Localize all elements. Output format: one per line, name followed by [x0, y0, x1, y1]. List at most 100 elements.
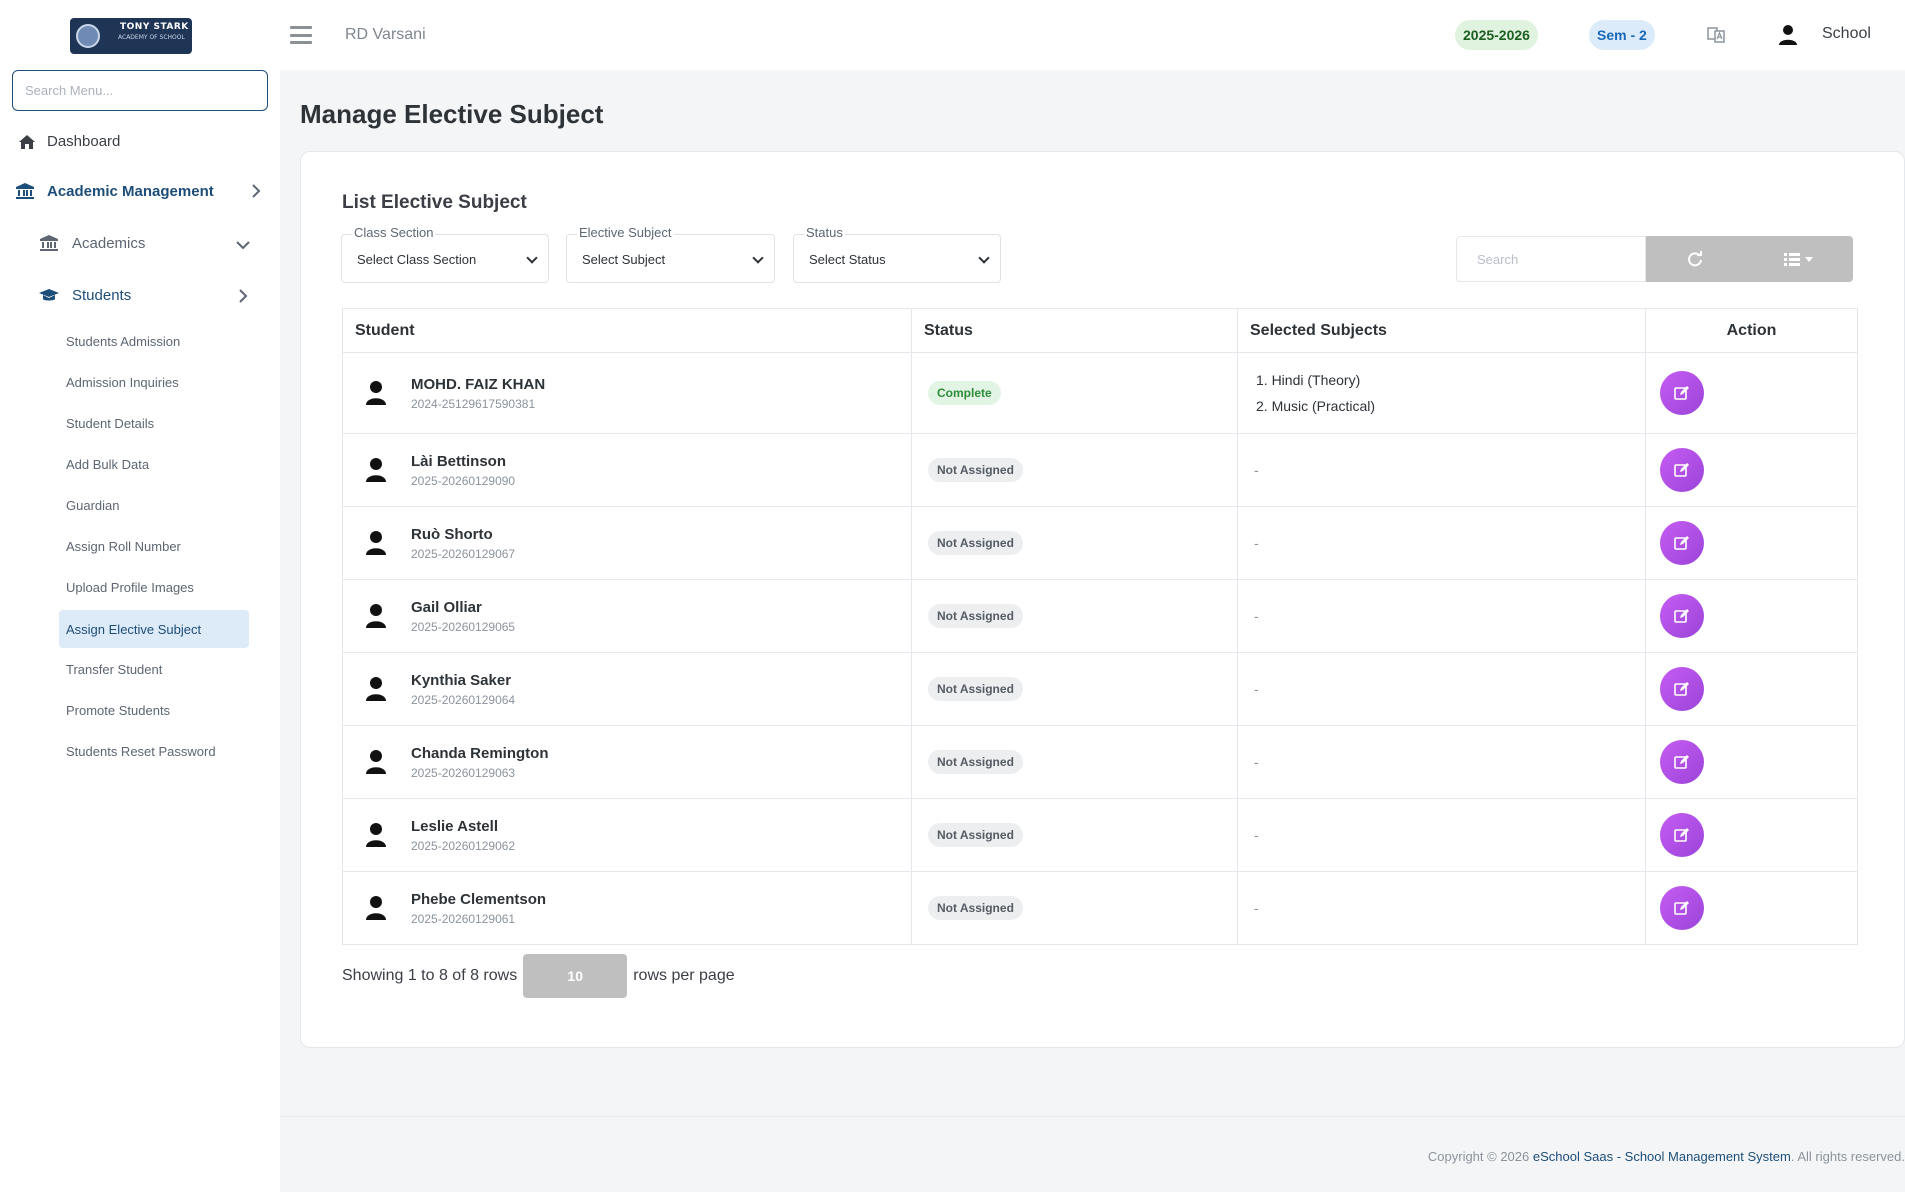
- student-avatar-icon: [366, 458, 386, 482]
- subjects-cell: -: [1237, 506, 1646, 580]
- status-badge: Complete: [928, 381, 1001, 405]
- school-name: RD Varsani: [345, 26, 426, 43]
- table-row: Kynthia Saker 2025-20260129064 Not Assig…: [342, 652, 1858, 726]
- sidebar-item-academic-management[interactable]: Academic Management: [14, 182, 264, 200]
- no-subjects: -: [1254, 608, 1259, 624]
- sidebar-item-label: Students: [72, 287, 132, 304]
- search-menu-input[interactable]: [12, 70, 268, 111]
- class-section-filter[interactable]: Class Section Select Class Section: [341, 225, 549, 283]
- column-header-selected-subjects[interactable]: Selected Subjects: [1237, 308, 1646, 353]
- hamburger-menu-icon[interactable]: [290, 26, 312, 44]
- elective-subject-select[interactable]: Select Subject: [582, 251, 764, 267]
- table-header-row: Student Status Selected Subjects Action: [342, 308, 1858, 353]
- columns-toggle-button[interactable]: [1743, 236, 1853, 282]
- language-icon[interactable]: [1706, 25, 1726, 45]
- class-section-select[interactable]: Select Class Section: [357, 251, 538, 267]
- class-section-label: Class Section: [352, 225, 436, 240]
- refresh-icon: [1687, 251, 1702, 267]
- table-search-input[interactable]: [1456, 236, 1646, 282]
- refresh-button[interactable]: [1646, 236, 1743, 282]
- bank-icon: [38, 234, 60, 252]
- footer-link[interactable]: eSchool Saas - School Management System: [1533, 1149, 1791, 1164]
- column-header-status[interactable]: Status: [911, 308, 1238, 353]
- subjects-cell: -: [1237, 652, 1646, 726]
- rows-per-page-button[interactable]: 10: [523, 954, 628, 998]
- subject-item: 1. Hindi (Theory): [1256, 372, 1361, 388]
- student-avatar-icon: [366, 604, 386, 628]
- edit-button[interactable]: [1660, 886, 1704, 930]
- student-cell: Lài Bettinson 2025-20260129090: [342, 433, 912, 507]
- bank-icon: [14, 182, 36, 200]
- page-title: Manage Elective Subject: [300, 99, 604, 129]
- status-cell: Not Assigned: [911, 579, 1238, 653]
- edit-button[interactable]: [1660, 594, 1704, 638]
- edit-icon: [1674, 463, 1689, 477]
- sidebar-subitem-guardian[interactable]: Guardian: [66, 498, 119, 513]
- logo-text: TONY STARK: [120, 22, 189, 32]
- student-avatar-icon: [366, 531, 386, 555]
- subjects-cell: -: [1237, 725, 1646, 799]
- table-row: Gail Olliar 2025-20260129065 Not Assigne…: [342, 579, 1858, 653]
- edit-icon: [1674, 536, 1689, 550]
- user-avatar-icon[interactable]: [1777, 24, 1799, 46]
- edit-button[interactable]: [1660, 448, 1704, 492]
- status-select[interactable]: Select Status: [809, 251, 990, 267]
- student-id: 2025-20260129067: [411, 546, 516, 561]
- chevron-right-icon: [251, 184, 261, 202]
- sidebar-subitem-admission-inquiries[interactable]: Admission Inquiries: [66, 375, 179, 390]
- sidebar-subitem-students-reset-password[interactable]: Students Reset Password: [66, 744, 216, 759]
- column-header-action[interactable]: Action: [1645, 308, 1858, 353]
- student-name: Leslie Astell: [411, 817, 498, 835]
- elective-subject-filter[interactable]: Elective Subject Select Subject: [566, 225, 775, 283]
- action-cell: [1645, 725, 1858, 799]
- table-row: Phebe Clementson 2025-20260129061 Not As…: [342, 871, 1858, 945]
- sidebar-subitem-students-admission[interactable]: Students Admission: [66, 334, 180, 349]
- user-name[interactable]: School: [1822, 25, 1871, 43]
- sidebar-subitem-assign-elective-subject[interactable]: Assign Elective Subject: [59, 610, 249, 648]
- table-row: Chanda Remington 2025-20260129063 Not As…: [342, 725, 1858, 799]
- status-badge: Not Assigned: [928, 531, 1023, 555]
- chevron-down-icon: [236, 237, 250, 254]
- edit-icon: [1674, 682, 1689, 696]
- action-cell: [1645, 579, 1858, 653]
- sidebar-subitem-promote-students[interactable]: Promote Students: [66, 703, 170, 718]
- sidebar-item-students[interactable]: Students: [38, 287, 252, 304]
- sidebar-item-dashboard[interactable]: Dashboard: [16, 133, 120, 150]
- subjects-cell: -: [1237, 798, 1646, 872]
- subject-list: 1. Hindi (Theory) 2. Music (Practical): [1250, 367, 1645, 419]
- elective-subject-card: List Elective Subject Class Section Sele…: [300, 151, 1905, 1048]
- sidebar-subitem-transfer-student[interactable]: Transfer Student: [66, 662, 162, 677]
- status-filter[interactable]: Status Select Status: [793, 225, 1001, 283]
- sidebar-subitem-add-bulk-data[interactable]: Add Bulk Data: [66, 457, 149, 472]
- status-label: Status: [804, 225, 845, 240]
- table-row: Ruò Shorto 2025-20260129067 Not Assigned…: [342, 506, 1858, 580]
- student-id: 2025-20260129062: [411, 838, 516, 853]
- status-badge: Not Assigned: [928, 896, 1023, 920]
- table-row: Leslie Astell 2025-20260129062 Not Assig…: [342, 798, 1858, 872]
- edit-icon: [1674, 901, 1689, 915]
- edit-button[interactable]: [1660, 813, 1704, 857]
- column-header-student[interactable]: Student: [342, 308, 912, 353]
- student-id: 2025-20260129063: [411, 765, 516, 780]
- subjects-cell: -: [1237, 433, 1646, 507]
- edit-button[interactable]: [1660, 667, 1704, 711]
- action-cell: [1645, 352, 1858, 434]
- chevron-down-icon: [752, 251, 764, 264]
- sidebar-subitem-student-details[interactable]: Student Details: [66, 416, 154, 431]
- sidebar-subitem-assign-roll-number[interactable]: Assign Roll Number: [66, 539, 181, 554]
- edit-button[interactable]: [1660, 740, 1704, 784]
- student-id: 2025-20260129064: [411, 692, 516, 707]
- sidebar-item-academics[interactable]: Academics: [38, 234, 252, 252]
- sidebar-subitem-upload-profile-images[interactable]: Upload Profile Images: [66, 580, 194, 595]
- student-id: 2025-20260129065: [411, 619, 516, 634]
- edit-button[interactable]: [1660, 521, 1704, 565]
- student-avatar-icon: [366, 896, 386, 920]
- pagination-info: Showing 1 to 8 of 8 rows: [342, 967, 518, 984]
- elective-subject-label: Elective Subject: [577, 225, 674, 240]
- semester-badge[interactable]: Sem - 2: [1589, 20, 1655, 50]
- student-id: 2025-20260129090: [411, 473, 516, 488]
- student-name: MOHD. FAIZ KHAN: [411, 375, 546, 393]
- edit-button[interactable]: [1660, 371, 1704, 415]
- school-logo[interactable]: TONY STARK ACADEMY OF SCHOOL: [70, 18, 192, 54]
- no-subjects: -: [1254, 900, 1259, 916]
